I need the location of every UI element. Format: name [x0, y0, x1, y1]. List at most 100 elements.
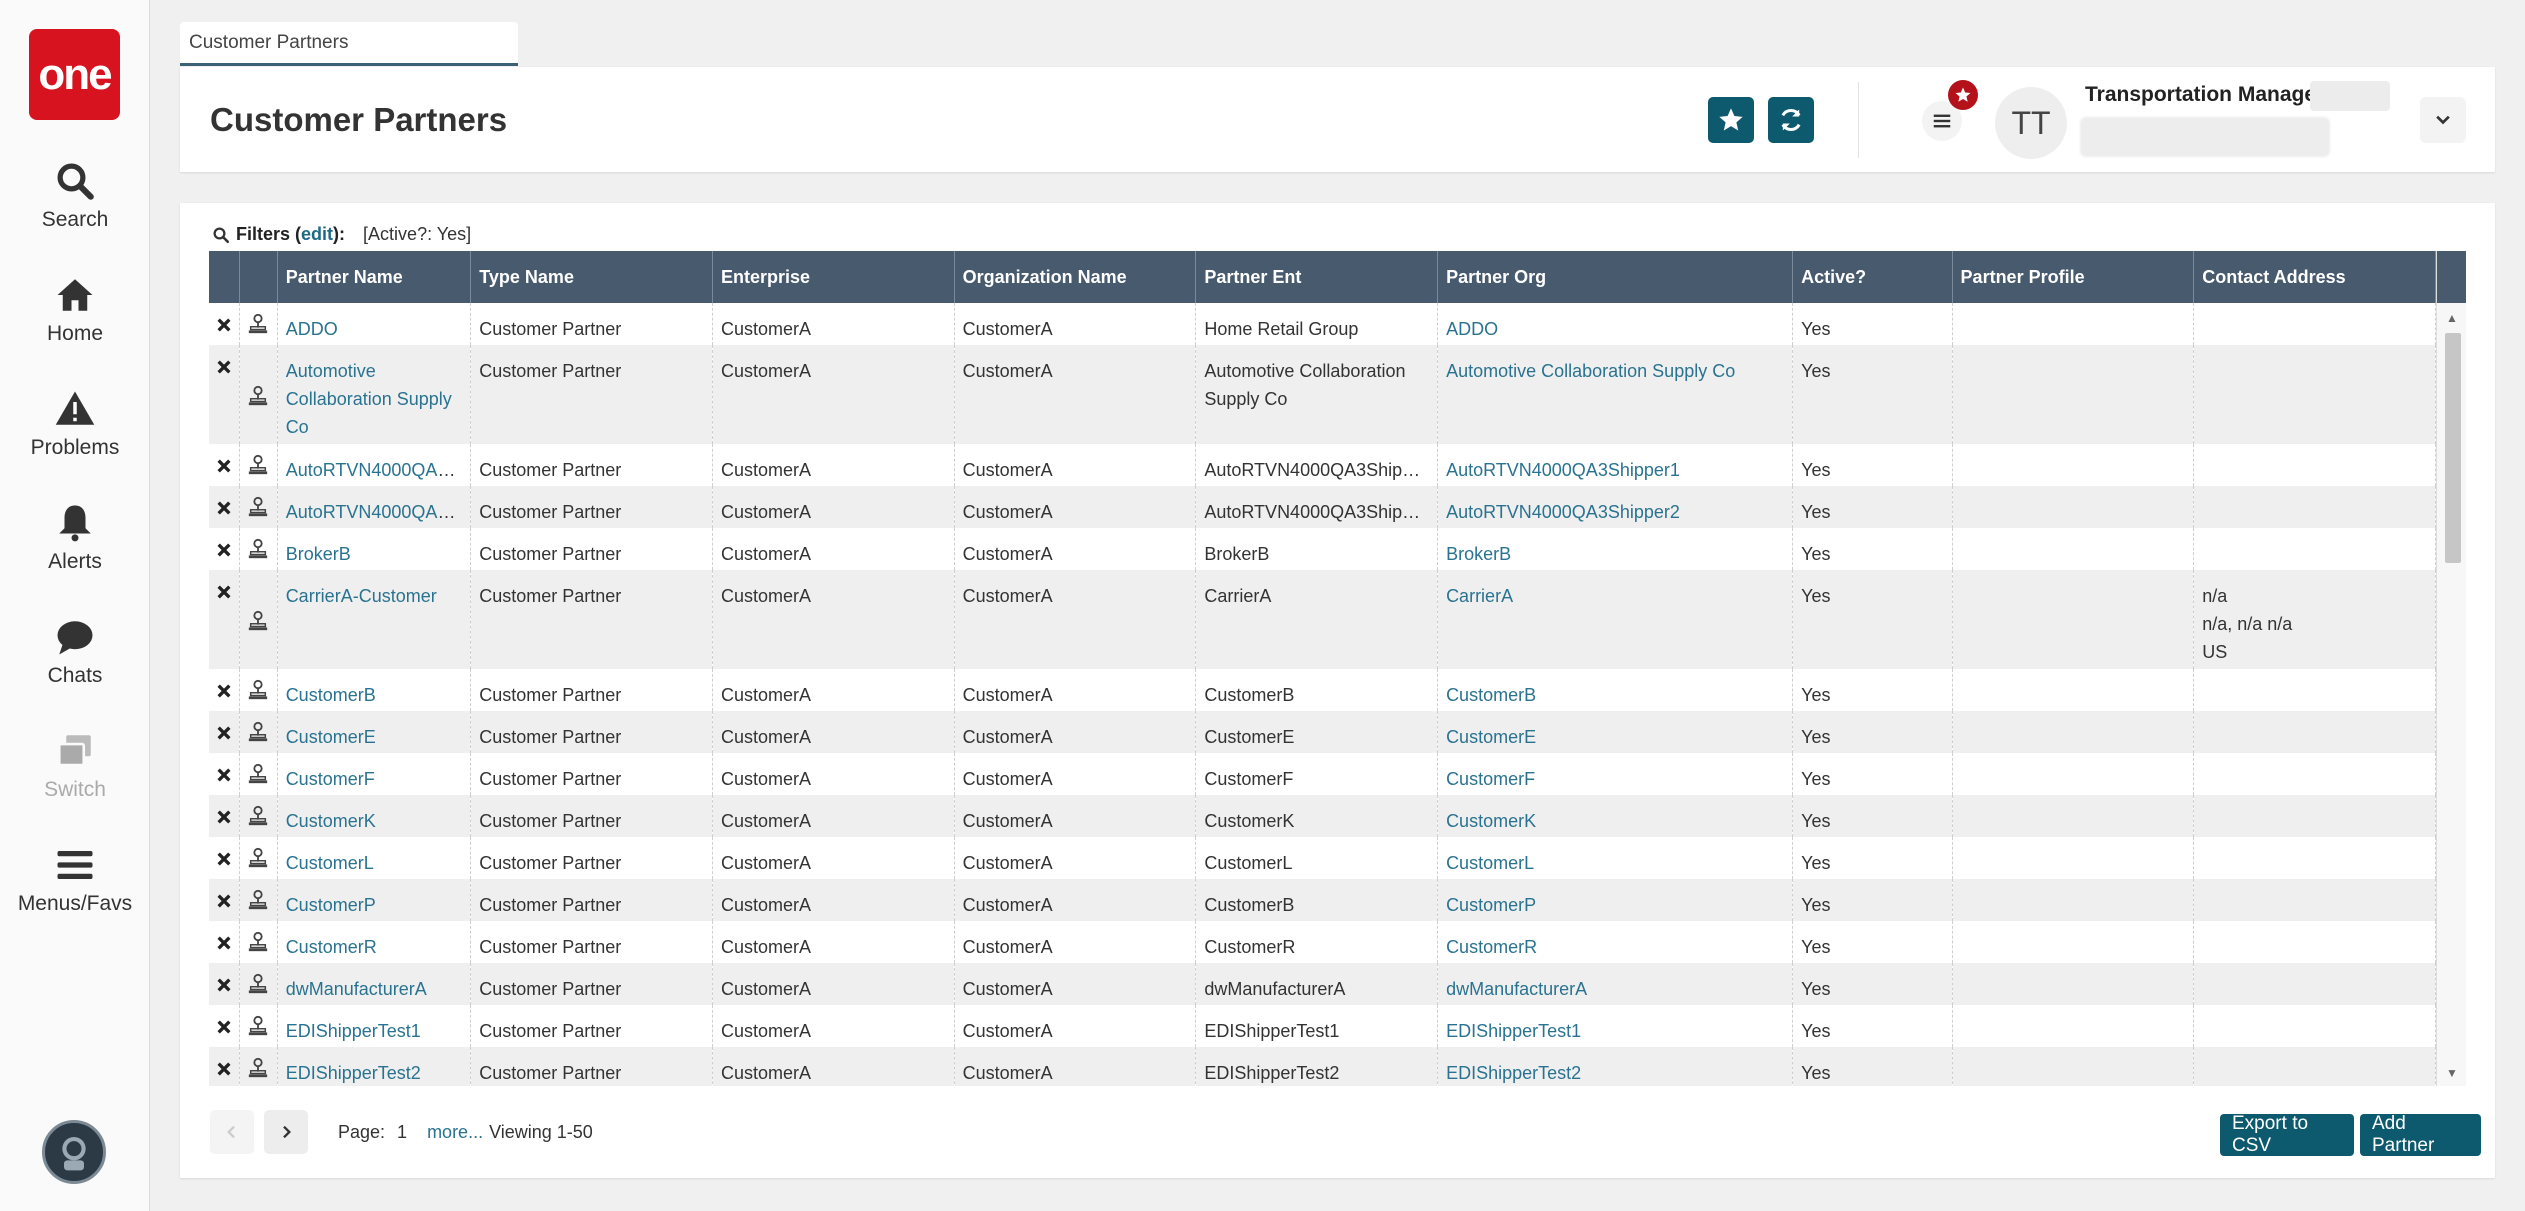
nav-switch[interactable]: Switch	[0, 730, 150, 802]
partner-org-link[interactable]: CustomerE	[1446, 727, 1536, 747]
scrollbar-thumb[interactable]	[2445, 333, 2461, 563]
partner-name-cell[interactable]: AutoRTVN4000QA3S...	[277, 444, 472, 486]
partner-org-link[interactable]: CarrierA	[1446, 586, 1513, 606]
table-row[interactable]: dwManufacturerA Customer Partner CustomerA…	[209, 963, 2436, 1005]
partner-name-link[interactable]: CustomerL	[286, 853, 374, 873]
partner-org-link[interactable]: CustomerB	[1446, 685, 1536, 705]
table-row[interactable]: CustomerL Customer Partner CustomerA Custom…	[209, 837, 2436, 879]
partner-org-link[interactable]: CustomerF	[1446, 769, 1535, 789]
favorite-button[interactable]	[1708, 97, 1754, 143]
partner-org-cell[interactable]: CustomerP	[1437, 879, 1794, 921]
nav-home[interactable]: Home	[0, 274, 150, 346]
partner-detail-button[interactable]	[239, 1047, 278, 1086]
partner-detail-button[interactable]	[239, 1005, 278, 1047]
tab-customer-partners[interactable]: Customer Partners	[180, 22, 518, 66]
table-row[interactable]: ADDO Customer Partner CustomerA CustomerA Ho…	[209, 303, 2436, 345]
prev-page-button[interactable]	[210, 1110, 254, 1154]
nav-problems[interactable]: Problems	[0, 388, 150, 460]
user-avatar-icon[interactable]	[42, 1120, 106, 1184]
column-header[interactable]: Type Name	[470, 251, 713, 303]
partner-org-cell[interactable]: CustomerK	[1437, 795, 1794, 837]
delete-row-button[interactable]	[209, 795, 240, 837]
delete-row-button[interactable]	[209, 444, 240, 486]
table-row[interactable]: BrokerB Customer Partner CustomerA Customer…	[209, 528, 2436, 570]
partner-detail-button[interactable]	[239, 444, 278, 486]
delete-row-button[interactable]	[209, 711, 240, 753]
delete-row-button[interactable]	[209, 528, 240, 570]
partner-org-link[interactable]: AutoRTVN4000QA3Shipper1	[1446, 460, 1680, 480]
partner-name-link[interactable]: Automotive Collaboration Supply Co	[286, 361, 452, 437]
delete-row-button[interactable]	[209, 837, 240, 879]
partner-detail-button[interactable]	[239, 963, 278, 1005]
column-header[interactable]: Contact Address	[2193, 251, 2436, 303]
partner-name-link[interactable]: dwManufacturerA	[286, 979, 427, 999]
delete-row-button[interactable]	[209, 1005, 240, 1047]
user-menu-toggle[interactable]	[2420, 97, 2466, 143]
partner-org-cell[interactable]: AutoRTVN4000QA3Shipper1	[1437, 444, 1794, 486]
partner-name-cell[interactable]: EDIShipperTest1	[277, 1005, 472, 1047]
delete-row-button[interactable]	[209, 570, 240, 669]
column-header[interactable]: Organization Name	[954, 251, 1197, 303]
partner-org-link[interactable]: CustomerL	[1446, 853, 1534, 873]
partner-name-cell[interactable]: CustomerR	[277, 921, 472, 963]
partner-detail-button[interactable]	[239, 303, 278, 345]
table-row[interactable]: AutoRTVN4000QA3S... Customer Partner Custo…	[209, 486, 2436, 528]
partner-org-cell[interactable]: Automotive Collaboration Supply Co	[1437, 345, 1794, 444]
more-pages-link[interactable]: more...	[427, 1122, 483, 1143]
scroll-up-arrow-icon[interactable]: ▲	[2446, 311, 2458, 325]
table-row[interactable]: CustomerF Customer Partner CustomerA Custom…	[209, 753, 2436, 795]
partner-org-cell[interactable]: CustomerE	[1437, 711, 1794, 753]
partner-org-link[interactable]: EDIShipperTest1	[1446, 1021, 1581, 1041]
nav-search[interactable]: Search	[0, 160, 150, 232]
refresh-button[interactable]	[1768, 97, 1814, 143]
partner-name-cell[interactable]: dwManufacturerA	[277, 963, 472, 1005]
partner-name-link[interactable]: AutoRTVN4000QA3S...	[286, 502, 470, 522]
partner-name-link[interactable]: CarrierA-Customer	[286, 586, 437, 606]
table-row[interactable]: Automotive Collaboration Supply Co Custom…	[209, 345, 2436, 444]
partner-org-link[interactable]: CustomerR	[1446, 937, 1537, 957]
partner-org-cell[interactable]: CustomerB	[1437, 669, 1794, 711]
delete-row-button[interactable]	[209, 345, 240, 444]
partner-name-link[interactable]: CustomerP	[286, 895, 376, 915]
partner-name-cell[interactable]: ADDO	[277, 303, 472, 345]
partner-org-cell[interactable]: AutoRTVN4000QA3Shipper2	[1437, 486, 1794, 528]
table-row[interactable]: CarrierA-Customer Customer Partner Custome…	[209, 570, 2436, 669]
partner-org-cell[interactable]: CustomerL	[1437, 837, 1794, 879]
partner-name-cell[interactable]: CarrierA-Customer	[277, 570, 472, 669]
column-header[interactable]: Partner Name	[277, 251, 472, 303]
logo[interactable]: one	[29, 29, 120, 120]
nav-menus-favs[interactable]: Menus/Favs	[0, 844, 150, 916]
nav-chats[interactable]: Chats	[0, 616, 150, 688]
partner-name-link[interactable]: CustomerK	[286, 811, 376, 831]
column-header[interactable]: Partner Org	[1437, 251, 1794, 303]
delete-row-button[interactable]	[209, 486, 240, 528]
partner-detail-button[interactable]	[239, 528, 278, 570]
table-row[interactable]: CustomerE Customer Partner CustomerA Custom…	[209, 711, 2436, 753]
partner-detail-button[interactable]	[239, 345, 278, 444]
table-row[interactable]: EDIShipperTest2 Customer Partner CustomerA…	[209, 1047, 2436, 1086]
partner-name-cell[interactable]: Automotive Collaboration Supply Co	[277, 345, 472, 444]
partner-org-cell[interactable]: ADDO	[1437, 303, 1794, 345]
partner-org-link[interactable]: CustomerK	[1446, 811, 1536, 831]
partner-org-cell[interactable]: EDIShipperTest2	[1437, 1047, 1794, 1086]
partner-name-link[interactable]: ADDO	[286, 319, 338, 339]
partner-name-link[interactable]: CustomerE	[286, 727, 376, 747]
partner-name-cell[interactable]: AutoRTVN4000QA3S...	[277, 486, 472, 528]
partner-org-cell[interactable]: CustomerR	[1437, 921, 1794, 963]
partner-org-link[interactable]: ADDO	[1446, 319, 1498, 339]
partner-name-cell[interactable]: CustomerL	[277, 837, 472, 879]
table-row[interactable]: CustomerK Customer Partner CustomerA Custom…	[209, 795, 2436, 837]
partner-detail-button[interactable]	[239, 837, 278, 879]
partner-org-link[interactable]: CustomerP	[1446, 895, 1536, 915]
partner-org-link[interactable]: dwManufacturerA	[1446, 979, 1587, 999]
partner-name-link[interactable]: BrokerB	[286, 544, 351, 564]
delete-row-button[interactable]	[209, 669, 240, 711]
export-csv-button[interactable]: Export to CSV	[2220, 1113, 2354, 1156]
delete-row-button[interactable]	[209, 879, 240, 921]
vertical-scrollbar[interactable]: ▲ ▼	[2436, 251, 2466, 1086]
partner-name-link[interactable]: AutoRTVN4000QA3S...	[286, 460, 470, 480]
partner-name-link[interactable]: EDIShipperTest1	[286, 1021, 421, 1041]
partner-detail-button[interactable]	[239, 753, 278, 795]
partner-org-cell[interactable]: EDIShipperTest1	[1437, 1005, 1794, 1047]
partner-detail-button[interactable]	[239, 921, 278, 963]
